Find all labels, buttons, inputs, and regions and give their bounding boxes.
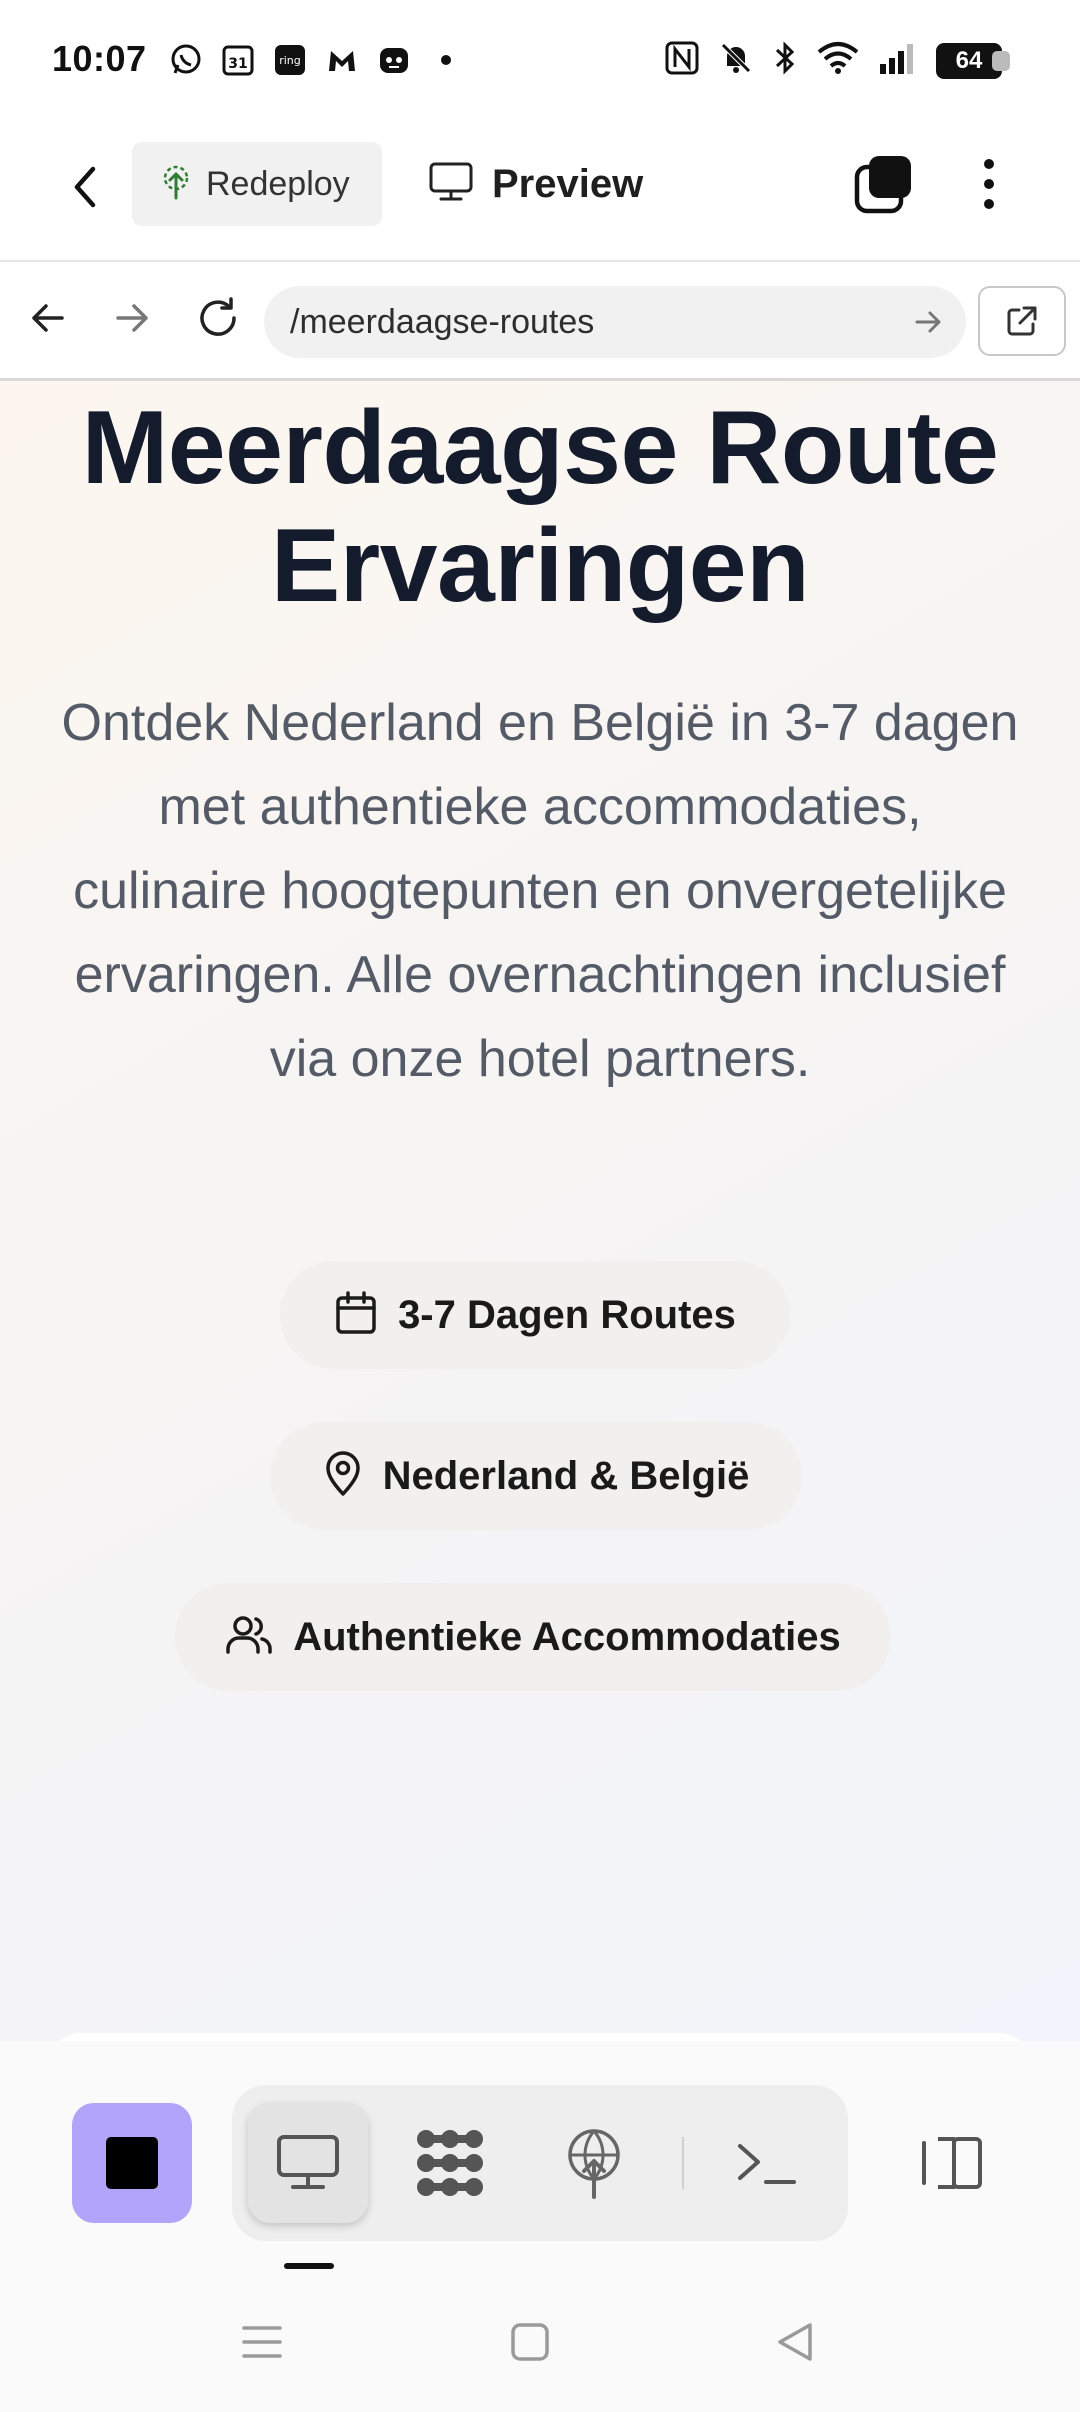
go-arrow-icon[interactable] — [898, 292, 958, 352]
page-subtitle: Ontdek Nederland en België in 3-7 dagen … — [61, 694, 1019, 1088]
ring-icon: ring — [272, 42, 308, 78]
calendar-31-icon: 31 — [220, 42, 256, 78]
arrow-left-icon — [32, 304, 64, 332]
map-pin-icon — [323, 1450, 363, 1502]
url-input[interactable]: /meerdaagse-routes — [264, 286, 966, 358]
back-button[interactable] — [60, 157, 110, 217]
feature-pill-accommodations: Authentieke Accommodaties — [175, 1583, 891, 1691]
bell-off-icon — [718, 40, 754, 81]
desktop-icon — [277, 2135, 339, 2189]
url-text[interactable]: /meerdaagse-routes — [290, 303, 898, 342]
preview-button[interactable]: Preview — [428, 142, 643, 226]
redeploy-button[interactable]: Redeploy — [132, 142, 382, 226]
battery-icon: 64 — [936, 42, 1010, 79]
status-bar: 10:07 31 ring 64 — [0, 0, 1080, 125]
pill-label: 3-7 Dagen Routes — [398, 1292, 736, 1337]
arrow-right-icon — [116, 304, 148, 332]
mode-terminal-button[interactable] — [706, 2103, 826, 2223]
nav-back-button[interactable] — [20, 290, 76, 346]
web-preview[interactable]: Meerdaagse Route Ervaringen Ontdek Neder… — [0, 381, 1080, 2041]
app-toolbar: Redeploy Preview — [0, 125, 1080, 262]
svg-text:ring: ring — [279, 54, 301, 67]
external-link-icon — [1007, 306, 1037, 336]
home-button[interactable] — [490, 2302, 570, 2382]
home-square-icon — [511, 2323, 549, 2361]
redeploy-label: Redeploy — [206, 164, 350, 203]
deploy-tree-icon — [160, 164, 192, 205]
system-back-button[interactable] — [756, 2302, 836, 2382]
mode-desktop-button[interactable] — [248, 2103, 368, 2223]
terminal-icon — [738, 2144, 796, 2184]
system-nav-bar — [0, 2272, 1080, 2412]
nfc-icon — [664, 40, 700, 81]
apps-icon — [417, 2130, 483, 2196]
open-external-button[interactable] — [978, 286, 1066, 356]
system-icons: 64 — [664, 40, 1010, 81]
menu-icon — [242, 2326, 282, 2358]
mode-switcher — [232, 2085, 848, 2241]
more-vertical-icon — [984, 159, 994, 209]
side-panel-button[interactable] — [890, 2103, 1010, 2223]
pill-label: Nederland & België — [382, 1453, 750, 1498]
more-options-button[interactable] — [964, 150, 1014, 218]
stop-button[interactable] — [72, 2103, 192, 2223]
deploy-icon — [568, 2129, 620, 2199]
mode-divider — [682, 2137, 684, 2189]
preview-label: Preview — [492, 161, 644, 206]
monitor-icon — [428, 161, 474, 208]
side-panel-icon — [922, 2137, 982, 2189]
signal-icon — [878, 40, 918, 81]
triangle-back-icon — [778, 2323, 812, 2361]
mode-deploy-button[interactable] — [534, 2103, 654, 2223]
users-icon — [225, 1614, 273, 1661]
reload-button[interactable] — [190, 290, 246, 346]
mode-apps-button[interactable] — [390, 2103, 510, 2223]
stop-icon — [106, 2137, 158, 2189]
chevron-left-icon — [74, 166, 96, 208]
svg-text:31: 31 — [228, 56, 247, 72]
malwarebytes-icon — [324, 42, 360, 78]
nav-forward-button[interactable] — [104, 290, 160, 346]
bot-icon — [376, 42, 412, 78]
tabs-button[interactable] — [850, 150, 918, 218]
feature-pill-region: Nederland & België — [270, 1422, 802, 1530]
feature-pill-days: 3-7 Dagen Routes — [280, 1261, 790, 1369]
recents-button[interactable] — [222, 2302, 302, 2382]
reload-icon — [200, 297, 236, 336]
notification-icons: 31 ring — [168, 42, 464, 78]
wifi-icon — [816, 40, 860, 81]
status-time: 10:07 — [52, 38, 147, 79]
url-bar: /meerdaagse-routes — [0, 262, 1080, 381]
whatsapp-icon — [168, 42, 204, 78]
pill-label: Authentieke Accommodaties — [293, 1614, 841, 1659]
dot-icon — [428, 42, 464, 78]
tabs-icon — [854, 156, 911, 214]
active-mode-indicator — [284, 2263, 334, 2269]
content-card — [50, 2033, 1030, 2041]
page-title: Meerdaagse Route Ervaringen — [81, 390, 999, 624]
calendar-icon — [334, 1290, 378, 1341]
bluetooth-icon — [772, 40, 798, 81]
